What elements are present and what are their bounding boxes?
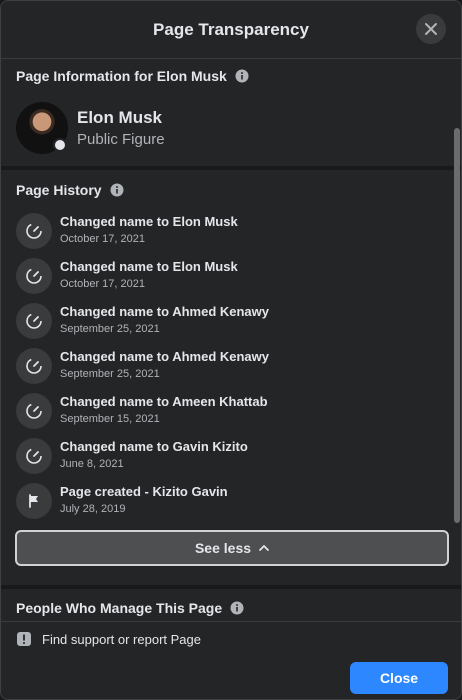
see-less-button[interactable]: See less <box>15 530 449 566</box>
report-page-label: Find support or report Page <box>42 631 201 647</box>
managers-section: People Who Manage This Page <box>1 589 461 621</box>
dialog-header: Page Transparency <box>1 1 461 59</box>
name-change-icon <box>16 258 52 294</box>
page-history-heading-row: Page History <box>16 182 124 198</box>
page-transparency-dialog: Page Transparency Page Information for E… <box>0 0 462 700</box>
history-date: September 15, 2021 <box>60 413 160 425</box>
history-title: Changed name to Ahmed Kenawy <box>60 304 269 319</box>
name-change-icon <box>16 393 52 429</box>
name-change-icon <box>16 213 52 249</box>
history-title: Changed name to Elon Musk <box>60 214 238 229</box>
name-change-icon <box>16 438 52 474</box>
managers-heading: People Who Manage This Page <box>16 600 223 616</box>
managers-heading-row: People Who Manage This Page <box>16 600 244 616</box>
dialog-body[interactable]: Page Information for Elon Musk Elon Musk… <box>1 60 461 621</box>
close-icon <box>425 23 437 35</box>
info-icon[interactable] <box>235 69 249 83</box>
dialog-title: Page Transparency <box>153 19 309 39</box>
page-info-heading: Page Information for Elon Musk <box>16 68 227 84</box>
history-date: October 17, 2021 <box>60 278 146 290</box>
history-item: Changed name to Elon Musk October 17, 20… <box>16 211 446 256</box>
info-icon[interactable] <box>110 183 124 197</box>
profile-name[interactable]: Elon Musk <box>77 108 162 128</box>
close-button-label: Close <box>379 670 419 686</box>
history-item: Changed name to Gavin Kizito June 8, 202… <box>16 436 446 481</box>
chevron-up-icon <box>259 544 269 552</box>
close-button[interactable]: Close <box>350 662 448 694</box>
report-icon <box>16 631 32 647</box>
info-icon[interactable] <box>230 601 244 615</box>
see-less-label: See less <box>194 540 252 556</box>
name-change-icon <box>16 303 52 339</box>
report-page-link[interactable]: Find support or report Page <box>16 631 201 647</box>
history-item: Changed name to Ahmed Kenawy September 2… <box>16 346 446 391</box>
page-info-heading-row: Page Information for Elon Musk <box>16 68 249 84</box>
history-item: Page created - Kizito Gavin July 28, 201… <box>16 481 446 526</box>
history-date: June 8, 2021 <box>60 458 124 470</box>
history-list: Changed name to Elon Musk October 17, 20… <box>16 211 446 526</box>
name-change-icon <box>16 348 52 384</box>
history-item: Changed name to Elon Musk October 17, 20… <box>16 256 446 301</box>
history-item: Changed name to Ameen Khattab September … <box>16 391 446 436</box>
close-icon-button[interactable] <box>416 14 446 44</box>
page-history-heading: Page History <box>16 182 102 198</box>
history-title: Changed name to Ahmed Kenawy <box>60 349 269 364</box>
flag-icon <box>16 483 52 519</box>
history-date: October 17, 2021 <box>60 233 146 245</box>
history-title: Page created - Kizito Gavin <box>60 484 228 499</box>
scrollbar[interactable] <box>454 128 460 523</box>
verified-badge-icon <box>53 138 67 152</box>
page-history-section: Page History Changed name to Elon Musk O… <box>1 170 461 585</box>
history-date: September 25, 2021 <box>60 368 160 380</box>
history-title: Changed name to Ameen Khattab <box>60 394 268 409</box>
history-date: September 25, 2021 <box>60 323 160 335</box>
page-info-section: Page Information for Elon Musk Elon Musk… <box>1 60 461 166</box>
history-title: Changed name to Elon Musk <box>60 259 238 274</box>
history-title: Changed name to Gavin Kizito <box>60 439 248 454</box>
dialog-footer: Find support or report Page Close <box>1 621 461 699</box>
profile-category: Public Figure <box>77 131 165 148</box>
history-date: July 28, 2019 <box>60 503 126 515</box>
history-item: Changed name to Ahmed Kenawy September 2… <box>16 301 446 346</box>
